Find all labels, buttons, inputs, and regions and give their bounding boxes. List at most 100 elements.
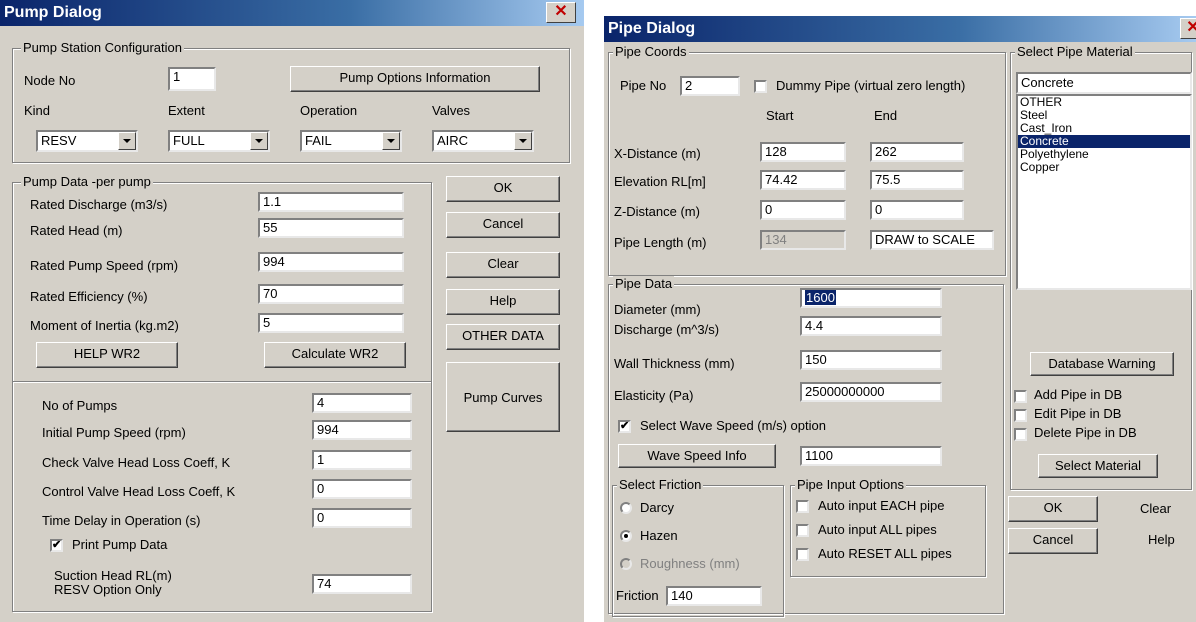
close-icon[interactable]: ✕: [546, 2, 576, 23]
friction-field[interactable]: 140: [666, 586, 762, 606]
divider: [13, 381, 431, 383]
extent-label: Extent: [168, 103, 205, 118]
help-button[interactable]: Help: [1148, 532, 1175, 548]
pump-dialog-titlebar[interactable]: Pump Dialog: [0, 0, 584, 26]
z-distance-end-field[interactable]: 0: [870, 200, 964, 220]
rated-head-label: Rated Head (m): [30, 223, 123, 238]
edit-pipe-db-checkbox[interactable]: [1014, 409, 1027, 422]
valves-label: Valves: [432, 103, 471, 118]
wave-speed-info-button[interactable]: Wave Speed Info: [618, 444, 776, 468]
add-pipe-db-checkbox[interactable]: [1014, 390, 1027, 403]
rated-discharge-field[interactable]: 1.1: [258, 192, 404, 212]
kind-label: Kind: [24, 103, 51, 118]
control-valve-field[interactable]: 0: [312, 479, 412, 499]
friction-label: Friction: [616, 588, 659, 603]
pipe-no-label: Pipe No: [620, 78, 667, 93]
database-warning-button[interactable]: Database Warning: [1030, 352, 1174, 376]
close-icon[interactable]: ✕: [1180, 18, 1196, 39]
extent-value: FULL: [173, 133, 205, 148]
group-label: Select Pipe Material: [1015, 44, 1135, 60]
operation-select[interactable]: FAIL: [300, 130, 402, 152]
elevation-end-field[interactable]: 75.5: [870, 170, 964, 190]
elasticity-field[interactable]: 25000000000: [800, 382, 942, 402]
help-wr2-button[interactable]: HELP WR2: [36, 342, 178, 368]
edit-pipe-db-label: Edit Pipe in DB: [1034, 406, 1122, 421]
auto-reset-all-checkbox[interactable]: [796, 548, 809, 561]
wall-thickness-field[interactable]: 150: [800, 350, 942, 370]
init-speed-field[interactable]: 994: [312, 420, 412, 440]
material-current-field[interactable]: Concrete: [1016, 72, 1192, 94]
pump-options-info-button[interactable]: Pump Options Information: [290, 66, 540, 92]
chevron-down-icon[interactable]: [118, 132, 136, 150]
elevation-start-field[interactable]: 74.42: [760, 170, 846, 190]
ok-button[interactable]: OK: [446, 176, 560, 202]
pipe-dialog-titlebar[interactable]: Pipe Dialog: [604, 16, 1196, 42]
draw-to-scale-field[interactable]: DRAW to SCALE: [870, 230, 994, 250]
check-valve-label: Check Valve Head Loss Coeff, K: [42, 455, 231, 470]
wave-speed-option-checkbox[interactable]: ✔: [618, 420, 631, 433]
time-delay-field[interactable]: 0: [312, 508, 412, 528]
discharge-field[interactable]: 4.4: [800, 316, 942, 336]
control-valve-label: Control Valve Head Loss Coeff, K: [42, 484, 236, 499]
cancel-button[interactable]: Cancel: [1008, 528, 1098, 554]
chevron-down-icon[interactable]: [250, 132, 268, 150]
auto-reset-all-label: Auto RESET ALL pipes: [818, 546, 952, 561]
start-header: Start: [766, 108, 794, 123]
diameter-value: 1600: [805, 290, 836, 305]
x-distance-start-field[interactable]: 128: [760, 142, 846, 162]
inertia-field[interactable]: 5: [258, 313, 404, 333]
calculate-wr2-button[interactable]: Calculate WR2: [264, 342, 406, 368]
select-material-button[interactable]: Select Material: [1038, 454, 1158, 478]
chevron-down-icon[interactable]: [514, 132, 532, 150]
other-data-button[interactable]: OTHER DATA: [446, 324, 560, 350]
extent-select[interactable]: FULL: [168, 130, 270, 152]
darcy-radio[interactable]: [620, 502, 632, 514]
wall-thickness-label: Wall Thickness (mm): [614, 356, 735, 371]
list-item[interactable]: Copper: [1018, 161, 1190, 174]
z-distance-label: Z-Distance (m): [614, 204, 700, 219]
wave-speed-field[interactable]: 1100: [800, 446, 942, 466]
auto-input-each-checkbox[interactable]: [796, 500, 809, 513]
x-distance-end-field[interactable]: 262: [870, 142, 964, 162]
clear-button[interactable]: Clear: [446, 252, 560, 278]
init-speed-label: Initial Pump Speed (rpm): [42, 425, 186, 440]
operation-label: Operation: [300, 103, 358, 118]
pump-curves-button[interactable]: Pump Curves: [446, 362, 560, 432]
pipe-no-field[interactable]: 2: [680, 76, 740, 96]
z-distance-start-field[interactable]: 0: [760, 200, 846, 220]
cancel-button[interactable]: Cancel: [446, 212, 560, 238]
rated-head-field[interactable]: 55: [258, 218, 404, 238]
material-list[interactable]: OTHER Steel Cast_Iron Concrete Polyethyl…: [1016, 94, 1192, 290]
print-pump-data-checkbox[interactable]: ✔: [50, 539, 63, 552]
delete-pipe-db-checkbox[interactable]: [1014, 428, 1027, 441]
clear-button[interactable]: Clear: [1140, 501, 1171, 517]
pipe-dialog: Pipe Dialog ✕ Pipe Coords Pipe No 2 Dumm…: [604, 16, 1196, 622]
auto-input-all-checkbox[interactable]: [796, 524, 809, 537]
diameter-field[interactable]: 1600: [800, 288, 942, 308]
dummy-pipe-checkbox[interactable]: [754, 80, 767, 93]
discharge-label: Discharge (m^3/s): [614, 322, 720, 337]
rated-efficiency-field[interactable]: 70: [258, 284, 404, 304]
ok-button[interactable]: OK: [1008, 496, 1098, 522]
node-no-label: Node No: [24, 73, 76, 88]
node-no-field[interactable]: 1: [168, 67, 216, 91]
rated-speed-field[interactable]: 994: [258, 252, 404, 272]
pump-dialog-title: Pump Dialog: [4, 4, 102, 21]
roughness-radio: [620, 558, 632, 570]
rated-efficiency-label: Rated Efficiency (%): [30, 289, 148, 304]
suction-head-field[interactable]: 74: [312, 574, 412, 594]
help-button[interactable]: Help: [446, 289, 560, 315]
rated-speed-label: Rated Pump Speed (rpm): [30, 258, 179, 273]
kind-select[interactable]: RESV: [36, 130, 138, 152]
group-label: Pipe Coords: [613, 44, 689, 60]
operation-value: FAIL: [305, 133, 332, 148]
hazen-radio[interactable]: [620, 530, 632, 542]
rated-discharge-label: Rated Discharge (m3/s): [30, 197, 168, 212]
chevron-down-icon[interactable]: [382, 132, 400, 150]
valves-select[interactable]: AIRC: [432, 130, 534, 152]
no-pumps-field[interactable]: 4: [312, 393, 412, 413]
auto-input-each-label: Auto input EACH pipe: [818, 498, 945, 513]
check-valve-field[interactable]: 1: [312, 450, 412, 470]
valves-value: AIRC: [437, 133, 469, 148]
group-label: Pump Station Configuration: [21, 40, 184, 56]
